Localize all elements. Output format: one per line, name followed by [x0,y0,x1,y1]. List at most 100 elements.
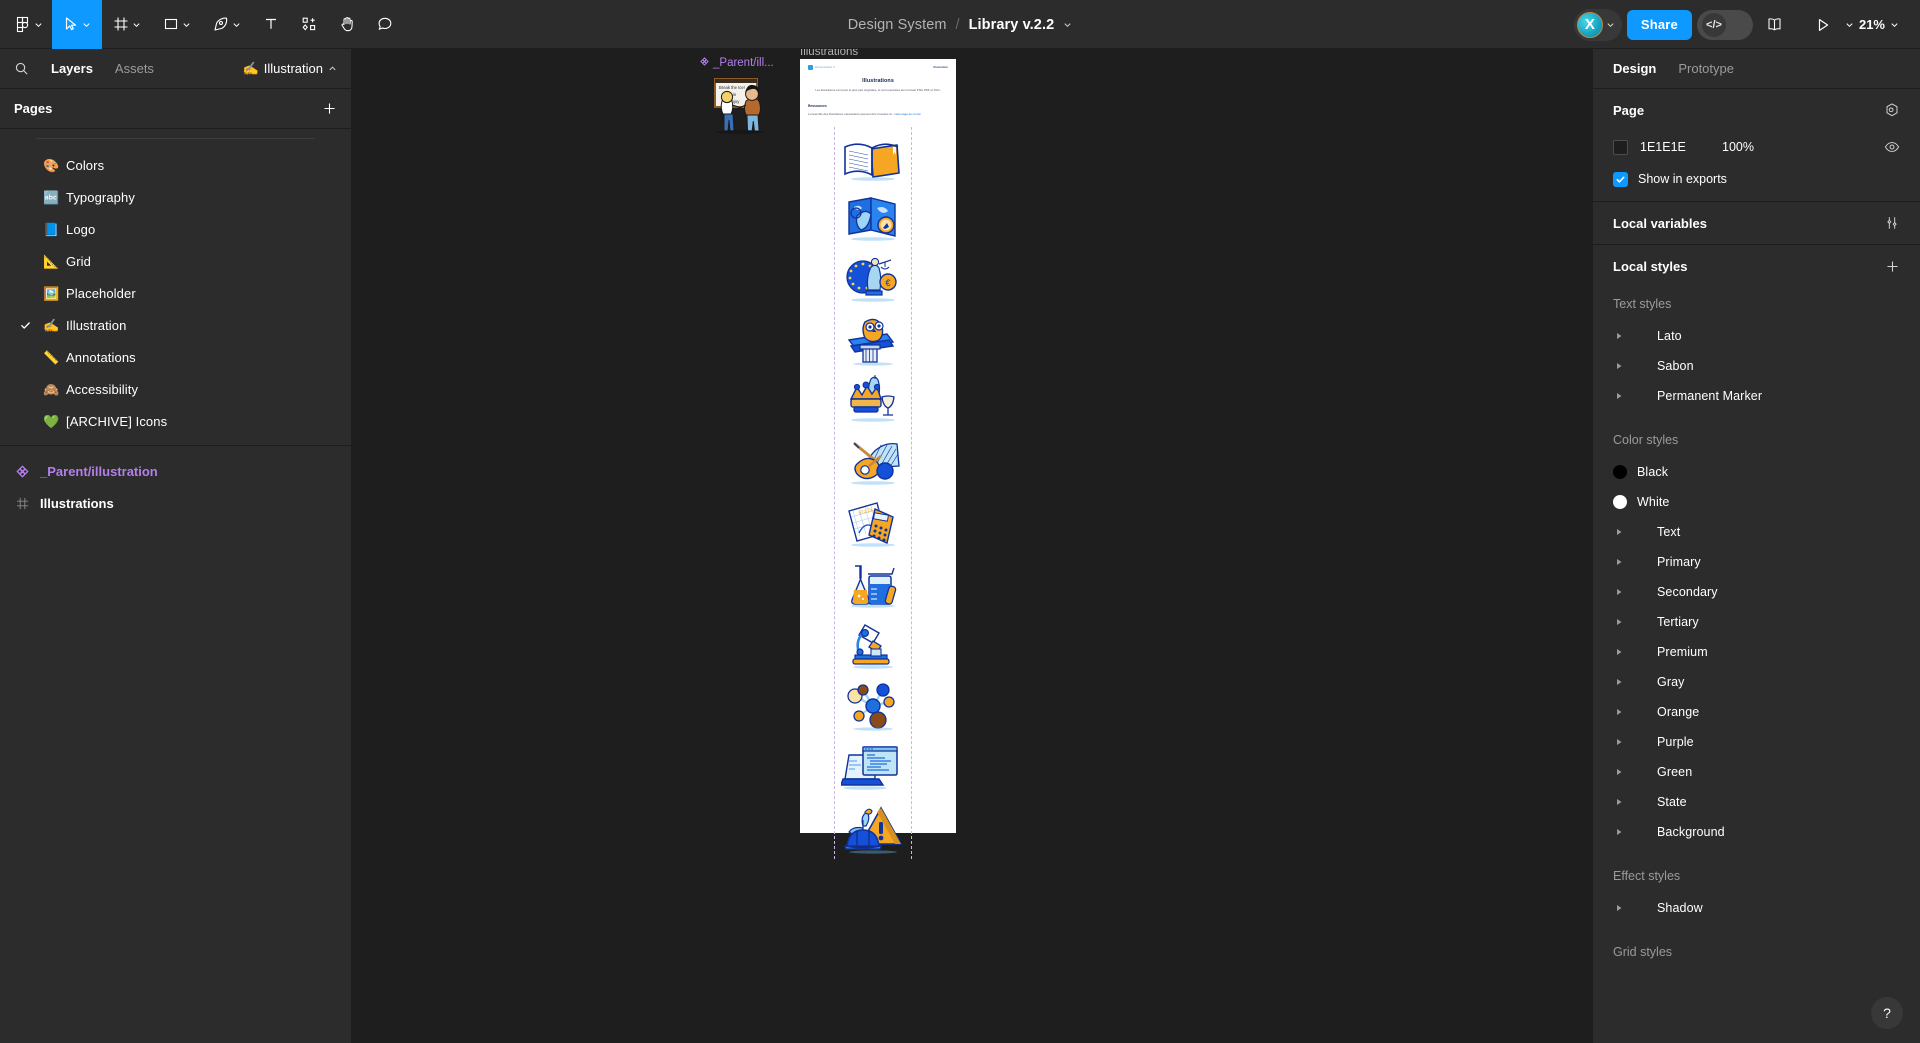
chevron-right-icon[interactable] [1613,362,1625,370]
page-row-illustration[interactable]: ✍️ Illustration [0,309,351,341]
breadcrumb-file[interactable]: Library v.2.2 [969,17,1055,33]
illustration-microscope[interactable] [834,615,912,676]
style-row-permanent-marker[interactable]: Permanent Marker [1593,381,1920,411]
text-tool-button[interactable] [252,0,290,49]
page-row-typography[interactable]: 🔤 Typography [0,181,351,213]
chevron-right-icon[interactable] [1613,904,1625,912]
shape-tool-button[interactable] [152,0,202,49]
show-in-exports-row[interactable]: Show in exports [1613,163,1900,195]
page-row-archive-icons[interactable]: 💚 [ARCHIVE] Icons [0,405,351,437]
illustration-crown-statue-chalice[interactable] [834,371,912,432]
comment-tool-button[interactable] [366,0,404,49]
play-icon[interactable] [1806,8,1840,42]
tab-design[interactable]: Design [1613,61,1656,76]
style-row-state[interactable]: State [1593,787,1920,817]
illustration-guitar-fan-music[interactable] [834,432,912,493]
help-button[interactable]: ? [1871,997,1903,1029]
chevron-right-icon[interactable] [1613,678,1625,686]
style-row-lato[interactable]: Lato [1593,321,1920,351]
chevron-down-icon[interactable] [1890,20,1899,29]
chevron-right-icon[interactable] [1613,738,1625,746]
chevron-down-icon[interactable] [1063,20,1072,29]
page-row-colors[interactable]: 🎨 Colors [0,149,351,181]
illustration-justice-euro[interactable]: € [834,249,912,310]
style-row-premium[interactable]: Premium [1593,637,1920,667]
plus-icon[interactable] [322,101,337,116]
style-row-text[interactable]: Text [1593,517,1920,547]
style-row-sabon[interactable]: Sabon [1593,351,1920,381]
page-row-accessibility[interactable]: 🙈 Accessibility [0,373,351,405]
style-row-orange[interactable]: Orange [1593,697,1920,727]
illustration-owl-column-books[interactable] [834,310,912,371]
book-icon[interactable] [1758,8,1792,42]
current-page-chip[interactable]: ✍️ Illustration [243,61,337,76]
parent-illustration-thumbnail[interactable]: Break the Ice! I live in I enjoy [702,75,780,135]
hand-tool-button[interactable] [328,0,366,49]
show-in-exports-checkbox[interactable] [1613,171,1628,187]
chevron-right-icon[interactable] [1613,648,1625,656]
style-row-tertiary[interactable]: Tertiary [1593,607,1920,637]
illustration-hardhat-warning-plant[interactable] [834,798,912,859]
style-row-background[interactable]: Background [1593,817,1920,847]
style-row-white[interactable]: White [1593,487,1920,517]
layer-row-illustrations[interactable]: Illustrations [0,487,351,519]
resources-tool-button[interactable] [290,0,328,49]
chevron-right-icon[interactable] [1613,332,1625,340]
illustration-calculator-graph[interactable]: x²=2x [834,493,912,554]
eye-icon[interactable] [1884,139,1900,155]
chevron-right-icon[interactable] [1613,798,1625,806]
illustrations-frame[interactable]: lelivrescolaire.fr Illustration Illustra… [800,59,956,859]
illustration-open-book[interactable] [834,127,912,188]
chevron-right-icon[interactable] [1613,768,1625,776]
page-fill-swatch[interactable] [1613,139,1628,155]
dev-mode-toggle[interactable]: </> [1696,9,1753,40]
tab-prototype[interactable]: Prototype [1678,61,1734,76]
page-row-logo[interactable]: 📘 Logo [0,213,351,245]
style-row-purple[interactable]: Purple [1593,727,1920,757]
style-row-black[interactable]: Black [1593,457,1920,487]
canvas-viewport[interactable]: _Parent/ill... Break the Ice! I live in … [352,49,1592,1043]
chevron-right-icon[interactable] [1613,618,1625,626]
chevron-right-icon[interactable] [1613,708,1625,716]
style-row-green[interactable]: Green [1593,757,1920,787]
zoom-level[interactable]: 21% [1859,17,1885,32]
page-fill-opacity[interactable]: 100% [1722,140,1754,154]
sheet-section-link[interactable]: cette page de ce lien [894,112,921,116]
avatar[interactable]: X [1576,11,1603,38]
variables-icon[interactable] [1884,215,1900,231]
chevron-down-icon[interactable] [1606,20,1615,29]
local-variables-header[interactable]: Local variables [1613,202,1900,244]
style-row-gray[interactable]: Gray [1593,667,1920,697]
plus-icon[interactable] [1885,259,1900,274]
tab-assets[interactable]: Assets [104,61,165,76]
chevron-right-icon[interactable] [1613,588,1625,596]
share-button[interactable]: Share [1626,9,1692,40]
breadcrumb-project[interactable]: Design System [848,17,947,33]
style-row-primary[interactable]: Primary [1593,547,1920,577]
chevron-right-icon[interactable] [1613,828,1625,836]
breadcrumb[interactable]: Design System / Library v.2.2 [848,17,1073,33]
figma-main-menu-button[interactable] [0,0,52,49]
chevron-right-icon[interactable] [1613,558,1625,566]
canvas-component-label[interactable]: _Parent/ill... [700,57,774,69]
move-tool-button[interactable] [52,0,102,49]
illustration-laptop-code[interactable] [834,737,912,798]
tab-layers[interactable]: Layers [40,61,104,76]
illustration-molecule-atom[interactable] [834,676,912,737]
style-row-secondary[interactable]: Secondary [1593,577,1920,607]
pen-tool-button[interactable] [202,0,252,49]
page-fill-hex[interactable]: 1E1E1E [1640,140,1710,154]
search-icon[interactable] [14,61,29,76]
chevron-right-icon[interactable] [1613,392,1625,400]
frame-tool-button[interactable] [102,0,152,49]
page-row-grid[interactable]: 📐 Grid [0,245,351,277]
illustration-world-map-compass[interactable] [834,188,912,249]
collaborators-group[interactable]: X [1573,8,1622,41]
chevron-down-icon[interactable] [1845,20,1854,29]
page-row-placeholder[interactable]: 🖼️ Placeholder [0,277,351,309]
illustration-beaker-flask-chemistry[interactable] [834,554,912,615]
chevron-right-icon[interactable] [1613,528,1625,536]
page-fill-row[interactable]: 1E1E1E 100% [1613,131,1900,163]
style-row-shadow[interactable]: Shadow [1593,893,1920,923]
layer-row-parent-illustration[interactable]: _Parent/illustration [0,455,351,487]
